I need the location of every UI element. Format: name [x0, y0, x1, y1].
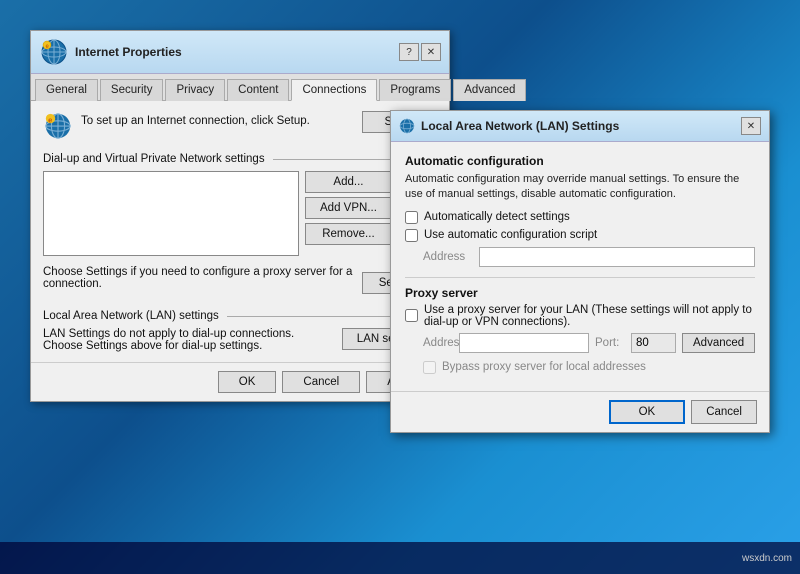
- lan-titlebar-buttons: ✕: [741, 117, 761, 135]
- lan-titlebar: Local Area Network (LAN) Settings ✕: [391, 111, 769, 142]
- vpn-buttons: Add... Add VPN... Remove...: [305, 171, 392, 256]
- auto-script-checkbox[interactable]: [405, 229, 418, 242]
- add-vpn-button[interactable]: Add VPN...: [305, 197, 392, 219]
- internet-properties-title: Internet Properties: [75, 45, 182, 59]
- vpn-section: Add... Add VPN... Remove...: [43, 171, 437, 256]
- tab-general[interactable]: General: [35, 79, 98, 101]
- titlebar-buttons: ? ✕: [399, 43, 441, 61]
- proxy-port-input[interactable]: [631, 333, 676, 353]
- tabs-bar: General Security Privacy Content Connect…: [31, 74, 449, 101]
- add-button[interactable]: Add...: [305, 171, 392, 193]
- proxy-address-row: Address: Port: Advanced: [423, 333, 755, 353]
- dialup-section-header: Dial-up and Virtual Private Network sett…: [43, 153, 437, 165]
- tab-advanced[interactable]: Advanced: [453, 79, 526, 101]
- proxy-address-input[interactable]: [459, 333, 589, 353]
- internet-properties-titlebar: e Internet Properties ? ✕: [31, 31, 449, 74]
- lan-settings-dialog: Local Area Network (LAN) Settings ✕ Auto…: [390, 110, 770, 433]
- svg-text:e: e: [48, 115, 52, 124]
- bypass-row: Bypass proxy server for local addresses: [423, 361, 755, 374]
- cancel-button[interactable]: Cancel: [282, 371, 360, 393]
- taskbar-label: wsxdn.com: [742, 553, 792, 564]
- bypass-checkbox[interactable]: [423, 361, 436, 374]
- proxy-info-text: Choose Settings if you need to configure…: [43, 266, 356, 290]
- proxy-checkbox[interactable]: [405, 309, 418, 322]
- tab-content[interactable]: Content: [227, 79, 289, 101]
- internet-properties-dialog: e Internet Properties ? ✕ General Securi…: [30, 30, 450, 402]
- auto-detect-label: Automatically detect settings: [424, 211, 570, 223]
- auto-detect-row: Automatically detect settings: [405, 211, 755, 224]
- vpn-listbox[interactable]: [43, 171, 299, 256]
- connections-tab-content: e To set up an Internet connection, clic…: [31, 101, 449, 362]
- lan-cancel-button[interactable]: Cancel: [691, 400, 757, 424]
- auto-script-row: Use automatic configuration script: [405, 229, 755, 242]
- taskbar: wsxdn.com: [0, 542, 800, 574]
- auto-detect-checkbox[interactable]: [405, 211, 418, 224]
- advanced-button[interactable]: Advanced: [682, 333, 755, 353]
- lan-icon: [399, 118, 415, 134]
- tab-connections[interactable]: Connections: [291, 79, 377, 101]
- ok-button[interactable]: OK: [218, 371, 277, 393]
- tab-programs[interactable]: Programs: [379, 79, 451, 101]
- proxy-checkbox-row: Use a proxy server for your LAN (These s…: [405, 304, 755, 328]
- auto-config-label: Automatic configuration: [405, 154, 755, 168]
- remove-button[interactable]: Remove...: [305, 223, 392, 245]
- proxy-port-label: Port:: [595, 337, 625, 349]
- lan-close-button[interactable]: ✕: [741, 117, 761, 135]
- help-button[interactable]: ?: [399, 43, 419, 61]
- connection-icon: e: [43, 111, 73, 141]
- close-button[interactable]: ✕: [421, 43, 441, 61]
- lan-section: Local Area Network (LAN) settings LAN Se…: [43, 310, 437, 352]
- proxy-address-label: Address:: [423, 337, 453, 349]
- script-address-row: Address: [423, 247, 755, 267]
- address-input[interactable]: [479, 247, 755, 267]
- proxy-desc: Use a proxy server for your LAN (These s…: [424, 304, 755, 328]
- lan-section-header: Local Area Network (LAN) settings: [43, 310, 437, 322]
- lan-titlebar-left: Local Area Network (LAN) Settings: [399, 118, 619, 134]
- ie-icon: e: [39, 37, 69, 67]
- bypass-label: Bypass proxy server for local addresses: [442, 361, 646, 373]
- proxy-section-label: Proxy server: [405, 286, 755, 300]
- lan-dialog-content: Automatic configuration Automatic config…: [391, 142, 769, 391]
- auto-config-desc: Automatic configuration may override man…: [405, 172, 755, 203]
- proxy-section: Proxy server Use a proxy server for your…: [405, 277, 755, 374]
- tab-security[interactable]: Security: [100, 79, 164, 101]
- lan-dialog-footer: OK Cancel: [391, 391, 769, 432]
- auto-script-label: Use automatic configuration script: [424, 229, 597, 241]
- tab-privacy[interactable]: Privacy: [165, 79, 225, 101]
- lan-row: LAN Settings do not apply to dial-up con…: [43, 328, 437, 352]
- setup-text: To set up an Internet connection, click …: [81, 111, 354, 127]
- lan-dialog-title: Local Area Network (LAN) Settings: [421, 119, 619, 133]
- internet-properties-footer: OK Cancel Apply: [31, 362, 449, 401]
- lan-description: LAN Settings do not apply to dial-up con…: [43, 328, 334, 352]
- address-label: Address: [423, 251, 473, 263]
- setup-row: e To set up an Internet connection, clic…: [43, 111, 437, 141]
- titlebar-left: e Internet Properties: [39, 37, 182, 67]
- lan-ok-button[interactable]: OK: [609, 400, 686, 424]
